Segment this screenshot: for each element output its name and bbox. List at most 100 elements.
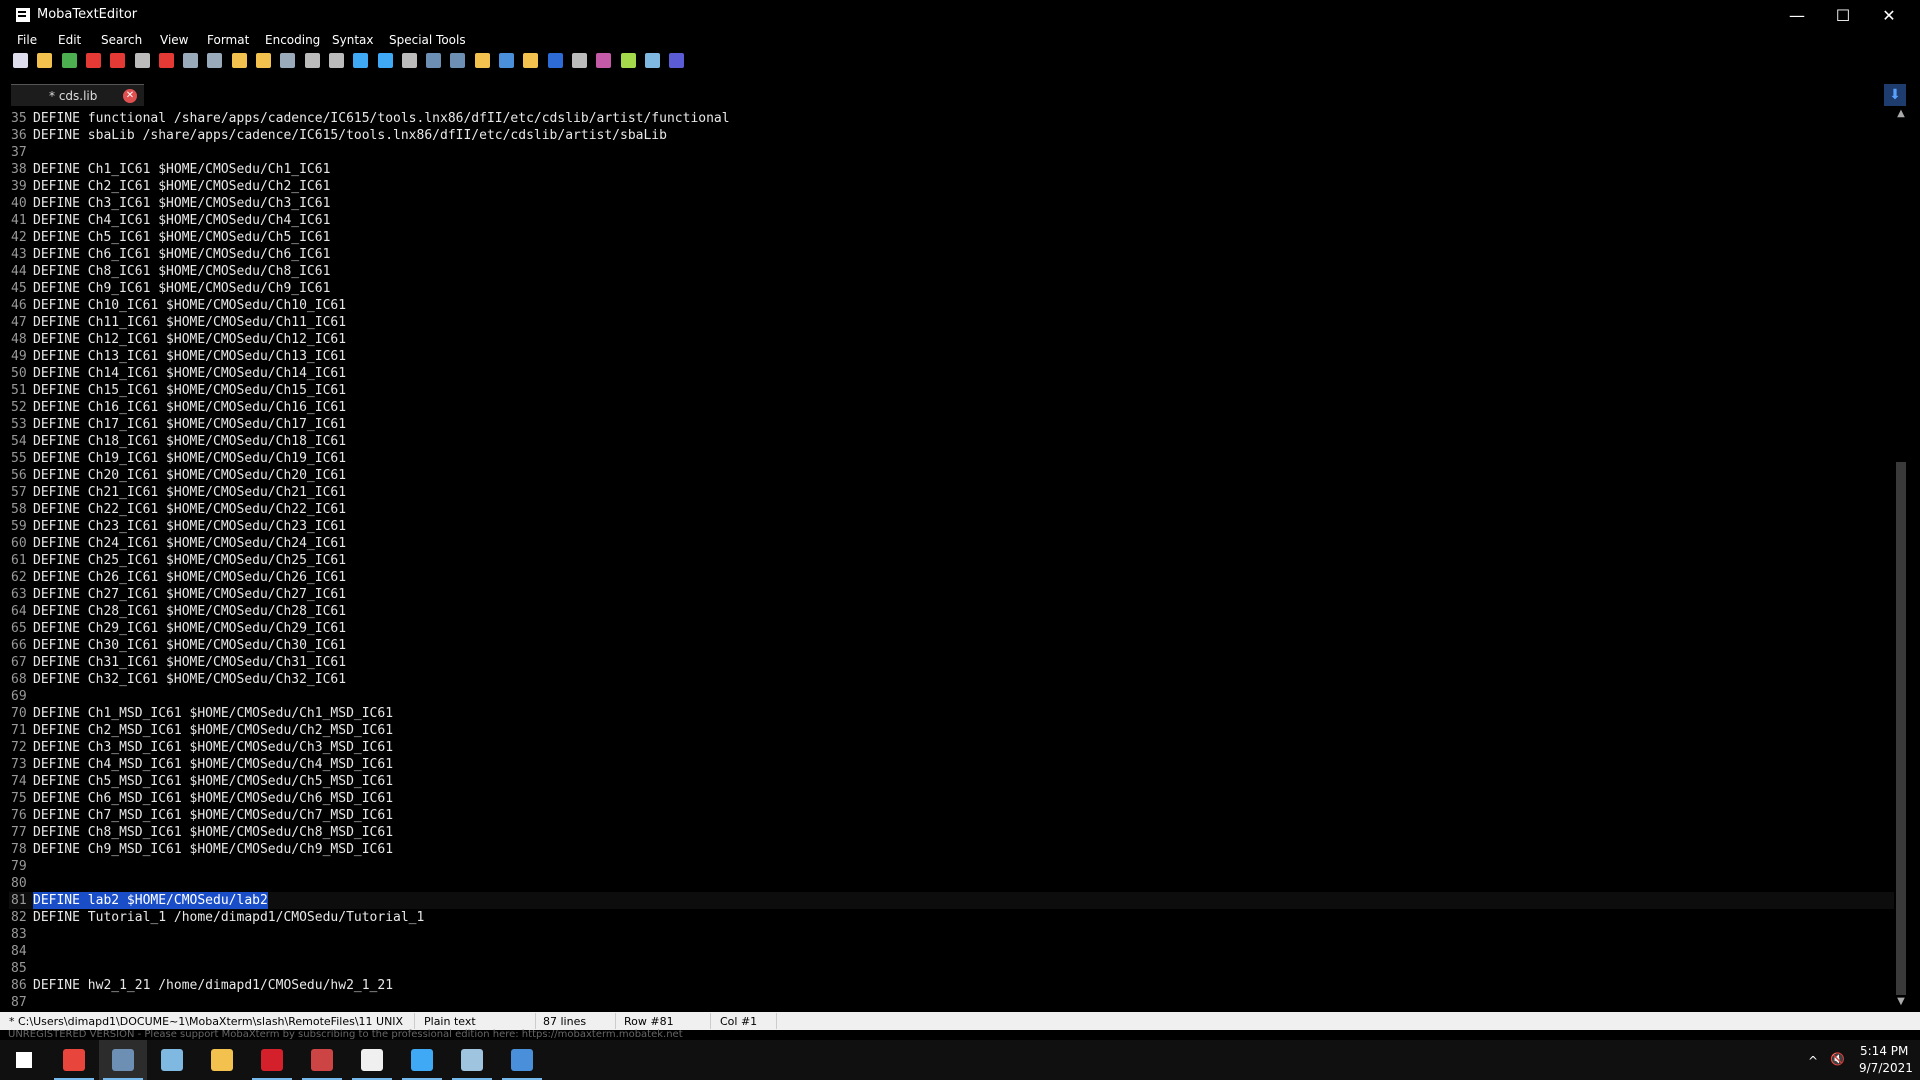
line-text[interactable]: DEFINE Ch9_IC61 $HOME/CMOSedu/Ch9_IC61 <box>33 280 330 297</box>
code-line[interactable]: 60 DEFINE Ch24_IC61 $HOME/CMOSedu/Ch24_IC… <box>9 535 1894 552</box>
menu-search[interactable]: Search <box>101 33 142 47</box>
code-line[interactable]: 66 DEFINE Ch30_IC61 $HOME/CMOSedu/Ch30_IC… <box>9 637 1894 654</box>
code-line[interactable]: 44 DEFINE Ch8_IC61 $HOME/CMOSedu/Ch8_IC61 <box>9 263 1894 280</box>
paragraph-icon[interactable] <box>596 53 612 68</box>
code-line[interactable]: 74 DEFINE Ch5_MSD_IC61 $HOME/CMOSedu/Ch5_… <box>9 773 1894 790</box>
line-text[interactable]: DEFINE Ch3_MSD_IC61 $HOME/CMOSedu/Ch3_MS… <box>33 739 393 756</box>
line-text[interactable]: DEFINE sbaLib /share/apps/cadence/IC615/… <box>33 127 667 144</box>
code-line[interactable]: 61 DEFINE Ch25_IC61 $HOME/CMOSedu/Ch25_IC… <box>9 552 1894 569</box>
editor-text-area[interactable]: 35 DEFINE functional /share/apps/cadence/… <box>9 106 1894 1009</box>
indent-icon[interactable] <box>183 53 199 68</box>
windows-start-icon[interactable] <box>0 1040 48 1080</box>
line-text[interactable]: DEFINE Ch1_MSD_IC61 $HOME/CMOSedu/Ch1_MS… <box>33 705 393 722</box>
line-text[interactable]: DEFINE lab2 $HOME/CMOSedu/lab2 <box>33 892 268 909</box>
clock-time[interactable]: 5:14 PM <box>1860 1044 1908 1058</box>
mobaxterm-icon[interactable] <box>99 1040 147 1080</box>
maximize-button[interactable]: ☐ <box>1820 0 1866 30</box>
menu-special-tools[interactable]: Special Tools <box>389 33 466 47</box>
code-line[interactable]: 81 DEFINE lab2 $HOME/CMOSedu/lab2 <box>9 892 1894 909</box>
code-line[interactable]: 39 DEFINE Ch2_IC61 $HOME/CMOSedu/Ch2_IC61 <box>9 178 1894 195</box>
copy-icon[interactable] <box>304 53 320 68</box>
line-text[interactable]: DEFINE Ch1_IC61 $HOME/CMOSedu/Ch1_IC61 <box>33 161 330 178</box>
code-line[interactable]: 48 DEFINE Ch12_IC61 $HOME/CMOSedu/Ch12_IC… <box>9 331 1894 348</box>
unindent-icon[interactable] <box>207 53 223 68</box>
line-text[interactable]: DEFINE Ch3_IC61 $HOME/CMOSedu/Ch3_IC61 <box>33 195 330 212</box>
compare-icon[interactable] <box>426 53 442 68</box>
line-text[interactable]: DEFINE Ch26_IC61 $HOME/CMOSedu/Ch26_IC61 <box>33 569 346 586</box>
page-icon[interactable] <box>571 53 587 68</box>
minimize-button[interactable]: — <box>1774 0 1820 30</box>
line-text[interactable]: DEFINE Ch21_IC61 $HOME/CMOSedu/Ch21_IC61 <box>33 484 346 501</box>
settings-icon[interactable] <box>644 53 660 68</box>
tab-cds-lib[interactable]: * cds.lib ✕ <box>11 84 144 106</box>
close-window-button[interactable]: ✕ <box>1866 0 1912 30</box>
code-line[interactable]: 80 <box>9 875 1894 892</box>
line-text[interactable]: DEFINE Ch18_IC61 $HOME/CMOSedu/Ch18_IC61 <box>33 433 346 450</box>
new-file-icon[interactable] <box>13 53 28 68</box>
line-text[interactable]: DEFINE hw2_1_21 /home/dimapd1/CMOSedu/hw… <box>33 977 393 994</box>
code-line[interactable]: 75 DEFINE Ch6_MSD_IC61 $HOME/CMOSedu/Ch6_… <box>9 790 1894 807</box>
code-line[interactable]: 55 DEFINE Ch19_IC61 $HOME/CMOSedu/Ch19_IC… <box>9 450 1894 467</box>
code-line[interactable]: 78 DEFINE Ch9_MSD_IC61 $HOME/CMOSedu/Ch9_… <box>9 841 1894 858</box>
code-line[interactable]: 73 DEFINE Ch4_MSD_IC61 $HOME/CMOSedu/Ch4_… <box>9 756 1894 773</box>
line-text[interactable]: DEFINE Ch13_IC61 $HOME/CMOSedu/Ch13_IC61 <box>33 348 346 365</box>
line-text[interactable]: DEFINE Ch31_IC61 $HOME/CMOSedu/Ch31_IC61 <box>33 654 346 671</box>
line-text[interactable]: DEFINE Ch8_MSD_IC61 $HOME/CMOSedu/Ch8_MS… <box>33 824 393 841</box>
bookmark-next-icon[interactable] <box>256 53 271 68</box>
menu-view[interactable]: View <box>160 33 188 47</box>
undo-icon[interactable] <box>547 53 563 68</box>
code-line[interactable]: 38 DEFINE Ch1_IC61 $HOME/CMOSedu/Ch1_IC61 <box>9 161 1894 178</box>
scrollbar-thumb[interactable] <box>1896 462 1906 995</box>
code-line[interactable]: 43 DEFINE Ch6_IC61 $HOME/CMOSedu/Ch6_IC61 <box>9 246 1894 263</box>
close-file-icon[interactable] <box>158 53 174 68</box>
code-line[interactable]: 67 DEFINE Ch31_IC61 $HOME/CMOSedu/Ch31_IC… <box>9 654 1894 671</box>
code-line[interactable]: 46 DEFINE Ch10_IC61 $HOME/CMOSedu/Ch10_IC… <box>9 297 1894 314</box>
file-explorer-icon[interactable] <box>198 1040 246 1080</box>
print-icon[interactable] <box>134 53 150 68</box>
code-line[interactable]: 57 DEFINE Ch21_IC61 $HOME/CMOSedu/Ch21_IC… <box>9 484 1894 501</box>
pen-app-icon[interactable] <box>148 1040 196 1080</box>
speaker-muted-icon[interactable]: 🔇 <box>1830 1052 1845 1066</box>
chrome-icon[interactable] <box>50 1040 98 1080</box>
line-text[interactable]: DEFINE Ch28_IC61 $HOME/CMOSedu/Ch28_IC61 <box>33 603 346 620</box>
line-text[interactable]: DEFINE Ch17_IC61 $HOME/CMOSedu/Ch17_IC61 <box>33 416 346 433</box>
cut-icon[interactable] <box>280 53 296 68</box>
line-text[interactable]: DEFINE Ch14_IC61 $HOME/CMOSedu/Ch14_IC61 <box>33 365 346 382</box>
code-line[interactable]: 53 DEFINE Ch17_IC61 $HOME/CMOSedu/Ch17_IC… <box>9 416 1894 433</box>
code-line[interactable]: 72 DEFINE Ch3_MSD_IC61 $HOME/CMOSedu/Ch3_… <box>9 739 1894 756</box>
line-text[interactable]: DEFINE Ch25_IC61 $HOME/CMOSedu/Ch25_IC61 <box>33 552 346 569</box>
code-line[interactable]: 70 DEFINE Ch1_MSD_IC61 $HOME/CMOSedu/Ch1_… <box>9 705 1894 722</box>
line-text[interactable]: DEFINE Ch29_IC61 $HOME/CMOSedu/Ch29_IC61 <box>33 620 346 637</box>
code-line[interactable]: 35 DEFINE functional /share/apps/cadence/… <box>9 110 1894 127</box>
line-text[interactable]: DEFINE Ch11_IC61 $HOME/CMOSedu/Ch11_IC61 <box>33 314 346 331</box>
menu-format[interactable]: Format <box>207 33 249 47</box>
scroll-up-icon[interactable]: ▲ <box>1896 108 1906 119</box>
code-line[interactable]: 56 DEFINE Ch20_IC61 $HOME/CMOSedu/Ch20_IC… <box>9 467 1894 484</box>
code-line[interactable]: 71 DEFINE Ch2_MSD_IC61 $HOME/CMOSedu/Ch2_… <box>9 722 1894 739</box>
line-text[interactable]: DEFINE Ch30_IC61 $HOME/CMOSedu/Ch30_IC61 <box>33 637 346 654</box>
line-text[interactable]: DEFINE Ch6_IC61 $HOME/CMOSedu/Ch6_IC61 <box>33 246 330 263</box>
line-text[interactable]: DEFINE Ch9_MSD_IC61 $HOME/CMOSedu/Ch9_MS… <box>33 841 393 858</box>
download-arrow-icon[interactable]: ⬇ <box>1884 84 1906 106</box>
code-line[interactable]: 64 DEFINE Ch28_IC61 $HOME/CMOSedu/Ch28_IC… <box>9 603 1894 620</box>
acrobat-icon[interactable] <box>248 1040 296 1080</box>
menu-edit[interactable]: Edit <box>58 33 81 47</box>
line-text[interactable]: DEFINE Ch7_MSD_IC61 $HOME/CMOSedu/Ch7_MS… <box>33 807 393 824</box>
code-line[interactable]: 86 DEFINE hw2_1_21 /home/dimapd1/CMOSedu/… <box>9 977 1894 994</box>
code-line[interactable]: 51 DEFINE Ch15_IC61 $HOME/CMOSedu/Ch15_IC… <box>9 382 1894 399</box>
code-line[interactable]: 77 DEFINE Ch8_MSD_IC61 $HOME/CMOSedu/Ch8_… <box>9 824 1894 841</box>
line-text[interactable]: DEFINE functional /share/apps/cadence/IC… <box>33 110 730 127</box>
code-line[interactable]: 49 DEFINE Ch13_IC61 $HOME/CMOSedu/Ch13_IC… <box>9 348 1894 365</box>
code-line[interactable]: 84 <box>9 943 1894 960</box>
linux-icon[interactable] <box>523 53 539 68</box>
line-text[interactable]: DEFINE Ch12_IC61 $HOME/CMOSedu/Ch12_IC61 <box>33 331 346 348</box>
text-editor-icon[interactable] <box>498 1040 546 1080</box>
find-icon[interactable] <box>353 53 369 68</box>
close-all-icon[interactable] <box>669 53 685 68</box>
code-line[interactable]: 82 DEFINE Tutorial_1 /home/dimapd1/CMOSed… <box>9 909 1894 926</box>
duplicate-icon[interactable] <box>450 53 466 68</box>
code-line[interactable]: 52 DEFINE Ch16_IC61 $HOME/CMOSedu/Ch16_IC… <box>9 399 1894 416</box>
line-text[interactable]: DEFINE Ch20_IC61 $HOME/CMOSedu/Ch20_IC61 <box>33 467 346 484</box>
terminal-app-icon[interactable] <box>348 1040 396 1080</box>
code-line[interactable]: 87 <box>9 994 1894 1009</box>
